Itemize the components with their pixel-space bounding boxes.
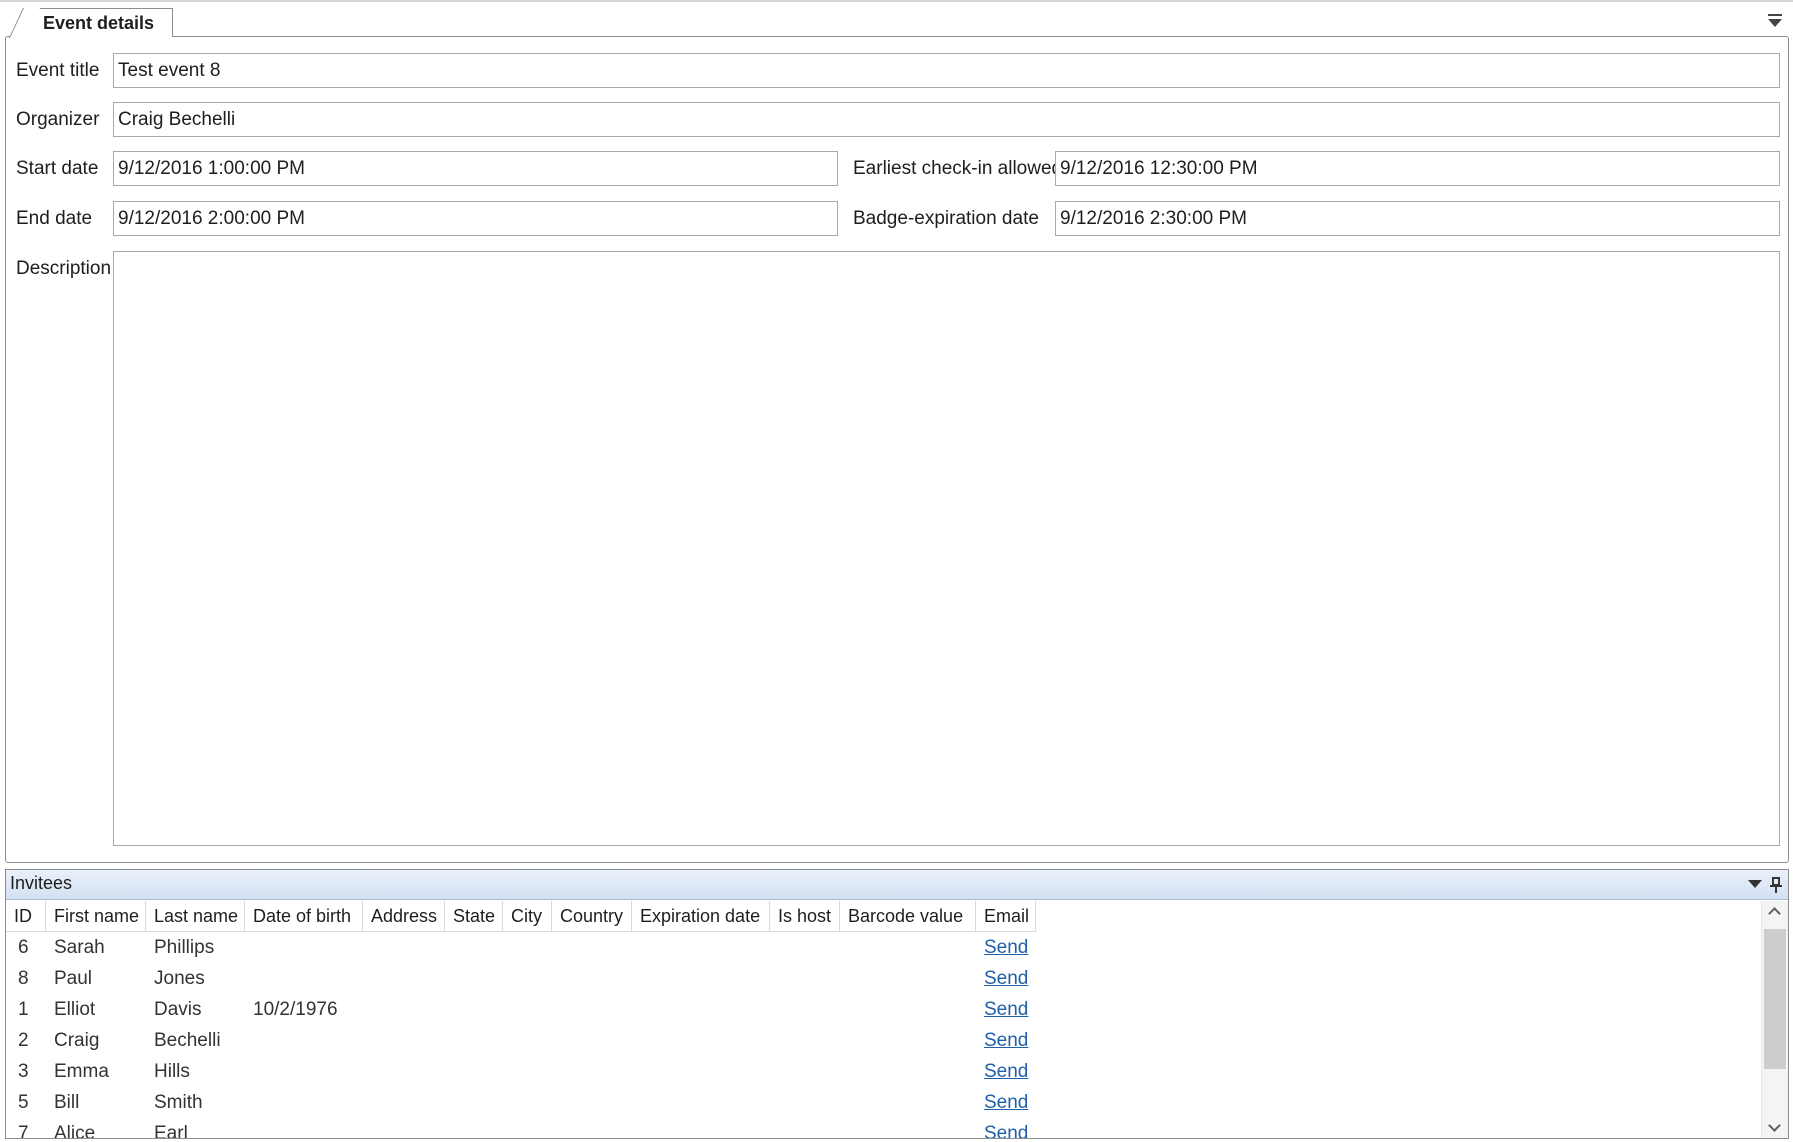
cell-id: 8 [18,968,29,989]
scroll-down-icon[interactable] [1768,1119,1781,1132]
invitees-header: Invitees [6,870,1788,900]
cell-last-name: Jones [154,968,205,989]
table-row[interactable]: 8 Paul Jones Send [6,963,1036,994]
column-header-state[interactable]: State [445,901,503,932]
grid-header-row: ID First name Last name Date of birth Ad… [6,901,1036,932]
cell-first-name: Sarah [54,937,105,958]
pin-icon[interactable] [1770,877,1782,893]
earliest-checkin-label: Earliest check-in allowed [853,158,1063,179]
cell-date-of-birth [245,963,976,994]
cell-id: 3 [18,1061,29,1082]
email-send-link[interactable]: Send [984,999,1028,1020]
email-send-link[interactable]: Send [984,937,1028,958]
column-header-email[interactable]: Email [976,901,1036,932]
column-header-last-name[interactable]: Last name [146,901,245,932]
cell-first-name: Craig [54,1030,100,1051]
column-header-barcode-value[interactable]: Barcode value [840,901,976,932]
column-header-id[interactable]: ID [6,901,46,932]
invitees-pane: Invitees ID First name Last name Date of… [5,869,1789,1139]
organizer-label: Organizer [16,109,100,130]
badge-expiration-label: Badge-expiration date [853,208,1039,229]
cell-date-of-birth [245,1056,976,1087]
cell-last-name: Hills [154,1061,190,1082]
cell-last-name: Phillips [154,937,215,958]
table-row[interactable]: 5 Bill Smith Send [6,1087,1036,1118]
description-label: Description [16,258,112,279]
cell-date-of-birth [245,1087,976,1118]
table-row[interactable]: 1 Elliot Davis 10/2/1976 Send [6,994,1036,1025]
description-textarea[interactable] [113,251,1780,846]
dropdown-icon[interactable] [1748,880,1762,888]
column-header-first-name[interactable]: First name [46,901,146,932]
column-header-expiration-date[interactable]: Expiration date [632,901,770,932]
table-row[interactable]: 7 Alice Earl Send [6,1118,1036,1139]
cell-id: 2 [18,1030,29,1051]
cell-first-name: Bill [54,1092,80,1113]
earliest-checkin-field[interactable]: 9/12/2016 12:30:00 PM [1055,151,1780,186]
cell-date-of-birth [245,1025,976,1056]
end-date-field[interactable]: 9/12/2016 2:00:00 PM [113,201,838,236]
cell-last-name: Earl [154,1123,188,1139]
invitees-title: Invitees [10,873,73,893]
invitees-grid: ID First name Last name Date of birth Ad… [6,901,1761,1139]
email-send-link[interactable]: Send [984,1030,1028,1051]
cell-id: 5 [18,1092,29,1113]
column-header-address[interactable]: Address [363,901,445,932]
start-date-field[interactable]: 9/12/2016 1:00:00 PM [113,151,838,186]
email-send-link[interactable]: Send [984,1061,1028,1082]
table-row[interactable]: 3 Emma Hills Send [6,1056,1036,1087]
scrollbar-thumb[interactable] [1764,929,1786,1069]
email-send-link[interactable]: Send [984,1123,1028,1138]
tab-event-details[interactable]: Event details [22,8,174,37]
cell-date-of-birth: 10/2/1976 [253,999,338,1020]
badge-expiration-field[interactable]: 9/12/2016 2:30:00 PM [1055,201,1780,236]
end-date-label: End date [16,208,93,229]
column-header-is-host[interactable]: Is host [770,901,840,932]
panel-menu-icon[interactable] [1767,14,1783,28]
event-title-label: Event title [16,60,100,81]
vertical-scrollbar[interactable] [1761,901,1788,1138]
cell-id: 7 [18,1123,29,1139]
column-header-country[interactable]: Country [552,901,632,932]
cell-first-name: Emma [54,1061,109,1082]
email-send-link[interactable]: Send [984,968,1028,989]
cell-date-of-birth [245,1118,976,1138]
window-top-border [0,0,1793,2]
tab-label: Event details [43,13,155,33]
column-header-city[interactable]: City [503,901,552,932]
cell-id: 1 [18,999,29,1020]
cell-last-name: Bechelli [154,1030,221,1051]
column-header-date-of-birth[interactable]: Date of birth [245,901,363,932]
organizer-field[interactable]: Craig Bechelli [113,102,1780,137]
cell-last-name: Smith [154,1092,203,1113]
table-row[interactable]: 6 Sarah Phillips Send [6,932,1036,963]
cell-last-name: Davis [154,999,202,1020]
cell-id: 6 [18,937,29,958]
scroll-up-icon[interactable] [1768,907,1781,920]
email-send-link[interactable]: Send [984,1092,1028,1113]
cell-date-of-birth [245,932,976,963]
start-date-label: Start date [16,158,99,179]
table-row[interactable]: 2 Craig Bechelli Send [6,1025,1036,1056]
event-title-field[interactable]: Test event 8 [113,53,1780,88]
cell-first-name: Paul [54,968,93,989]
cell-first-name: Alice [54,1123,96,1139]
cell-first-name: Elliot [54,999,96,1020]
